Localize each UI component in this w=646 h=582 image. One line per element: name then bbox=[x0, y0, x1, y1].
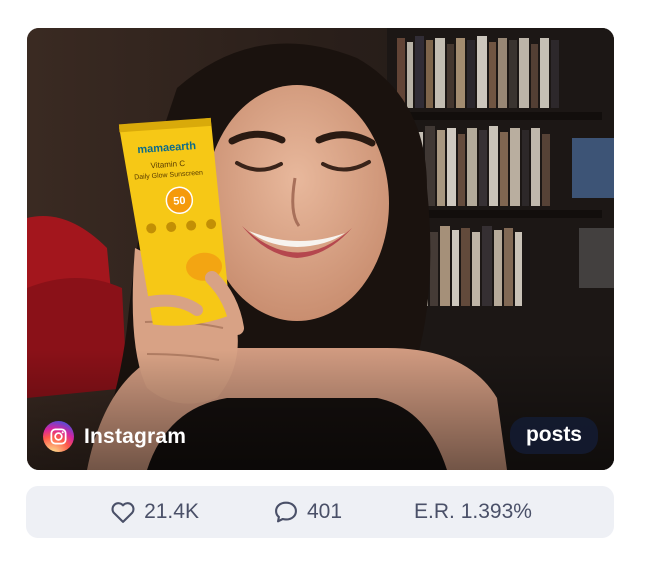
likes-count: 21.4K bbox=[144, 500, 199, 523]
platform-tag: Instagram bbox=[43, 421, 186, 452]
heart-icon bbox=[108, 498, 138, 526]
stats-bar: 21.4K 401 E.R. 1.393% bbox=[26, 486, 614, 538]
engagement-rate: E.R. 1.393% bbox=[414, 500, 532, 523]
comments-count: 401 bbox=[306, 500, 343, 523]
comment-icon bbox=[271, 498, 301, 526]
platform-label: Instagram bbox=[84, 424, 187, 448]
engagement-stat: E.R. 1.393% bbox=[414, 500, 532, 524]
product-spf: 50 bbox=[173, 195, 186, 208]
post-card[interactable]: mamaearth Vitamin C Daily Glow Sunscreen… bbox=[27, 28, 614, 470]
likes-stat: 21.4K bbox=[108, 498, 199, 526]
instagram-icon bbox=[43, 421, 74, 452]
comments-stat: 401 bbox=[271, 498, 342, 526]
face bbox=[205, 85, 389, 321]
post-type-badge: posts bbox=[509, 417, 598, 454]
